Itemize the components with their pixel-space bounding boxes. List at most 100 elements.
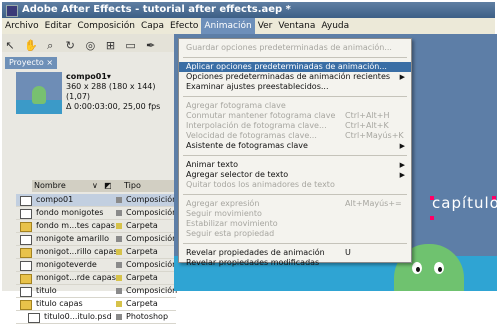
menu-item-label: Agregar fotograma clave xyxy=(186,101,286,110)
menu-item-label: Agregar selector de texto xyxy=(186,170,289,179)
animation-menu-item[interactable]: Animar texto ▶ xyxy=(179,160,411,170)
animation-menu-item[interactable]: Quitar todos los animadores de texto xyxy=(179,180,411,190)
hand-tool-icon[interactable]: ✋ xyxy=(24,40,38,52)
shape-tool-icon[interactable]: ▭ xyxy=(125,40,137,52)
menu-item-label: Guardar opciones predeterminadas de anim… xyxy=(186,43,392,52)
menu-archivo[interactable]: Archivo xyxy=(2,18,42,34)
submenu-arrow-icon: ▶ xyxy=(399,73,405,81)
animation-menu-item[interactable]: Interpolación de fotograma clave... Ctrl+… xyxy=(179,121,411,131)
project-item-row[interactable]: fondo m...tes capas Carpeta xyxy=(16,220,176,233)
project-item-name: compo01 xyxy=(36,195,74,204)
project-item-name: fondo monigotes xyxy=(36,208,104,217)
menu-efecto[interactable]: Efecto xyxy=(167,18,201,34)
animation-menu-item[interactable]: Seguir movimiento xyxy=(179,209,411,219)
animation-menu-item[interactable]: Seguir esta propiedad xyxy=(179,229,411,239)
menu-item-shortcut: Alt+Mayús+= xyxy=(345,199,402,208)
label-color-swatch[interactable] xyxy=(116,236,122,242)
menu-item-label: Seguir movimiento xyxy=(186,209,262,218)
folder-icon xyxy=(20,274,32,284)
selection-handle[interactable] xyxy=(430,216,434,220)
animation-menu-item[interactable]: Asistente de fotogramas clave ▶ xyxy=(179,141,411,151)
animation-menu-item[interactable]: Estabilizar movimiento xyxy=(179,219,411,229)
animation-menu-item[interactable]: Agregar selector de texto ▶ xyxy=(179,170,411,180)
animation-menu-item[interactable]: Examinar ajustes preestablecidos... xyxy=(179,82,411,92)
camera-orbit-icon[interactable]: ◎ xyxy=(84,40,96,52)
label-color-swatch[interactable] xyxy=(116,197,122,203)
project-item-type: Carpeta xyxy=(126,221,158,230)
after-effects-icon xyxy=(6,5,18,17)
composition-icon xyxy=(20,261,32,271)
menu-item-label: Seguir esta propiedad xyxy=(186,229,275,238)
menu-composicion[interactable]: Composición xyxy=(74,18,138,34)
project-item-type: Carpeta xyxy=(126,299,158,308)
tools-toolbar: ↖ ✋ ⌕ ↻ ◎ ⊞ ▭ ✒ T xyxy=(2,34,174,71)
project-item-row[interactable]: titulo capas Carpeta xyxy=(16,298,176,311)
animation-menu-item[interactable]: Revelar propiedades de animación U xyxy=(179,248,411,258)
animation-menu-item[interactable]: Opciones predeterminadas de animación re… xyxy=(179,72,411,82)
pan-behind-icon[interactable]: ⊞ xyxy=(104,40,116,52)
comp-dimensions: 360 x 288 (180 x 144) (1,07) xyxy=(66,82,156,101)
label-color-swatch[interactable] xyxy=(116,210,122,216)
animation-menu-item[interactable]: Conmutar mantener fotograma clave Ctrl+Al… xyxy=(179,111,411,121)
animation-menu-item[interactable]: Velocidad de fotogramas clave... Ctrl+May… xyxy=(179,131,411,141)
project-item-type: Composición xyxy=(126,195,178,204)
project-tab[interactable]: Proyecto × xyxy=(5,57,58,69)
zoom-tool-icon[interactable]: ⌕ xyxy=(44,40,56,52)
pen-tool-icon[interactable]: ✒ xyxy=(145,40,157,52)
menu-ayuda[interactable]: Ayuda xyxy=(318,18,352,34)
menu-separator xyxy=(183,194,407,195)
capitulo-text-layer[interactable]: capítulo xyxy=(432,194,497,212)
comp-name[interactable]: compo01▾ xyxy=(66,72,174,82)
column-type[interactable]: Tipo xyxy=(124,180,141,192)
animation-menu-item[interactable]: Agregar expresión Alt+Mayús+= xyxy=(179,199,411,209)
menu-editar[interactable]: Editar xyxy=(42,18,75,34)
rotate-tool-icon[interactable]: ↻ xyxy=(64,40,76,52)
menu-ventana[interactable]: Ventana xyxy=(275,18,318,34)
project-item-row[interactable]: titulo0...itulo.psd Photoshop xyxy=(16,311,176,324)
label-color-swatch[interactable] xyxy=(116,288,122,294)
menu-animacion[interactable]: Animación xyxy=(201,18,255,34)
project-item-type: Composición xyxy=(126,286,178,295)
animation-menu-item[interactable]: Guardar opciones predeterminadas de anim… xyxy=(179,43,411,53)
label-color-swatch[interactable] xyxy=(116,223,122,229)
menu-item-label: Velocidad de fotogramas clave... xyxy=(186,131,317,140)
menu-ver[interactable]: Ver xyxy=(255,18,276,34)
label-column-icon[interactable]: ◩ xyxy=(104,180,112,192)
project-item-type: Carpeta xyxy=(126,247,158,256)
menu-item-label: Agregar expresión xyxy=(186,199,260,208)
animation-menu-item[interactable]: Aplicar opciones predeterminadas de anim… xyxy=(179,62,411,72)
menu-bar: Archivo Editar Composición Capa Efecto Animac… xyxy=(2,18,495,34)
menu-separator xyxy=(183,96,407,97)
project-item-row[interactable]: titulo Composición xyxy=(16,285,178,298)
animation-menu-item[interactable]: Agregar fotograma clave xyxy=(179,101,411,111)
project-item-name: titulo capas xyxy=(36,299,83,308)
window-title-bar: Adobe After Effects - tutorial after eff… xyxy=(2,2,495,18)
label-color-swatch[interactable] xyxy=(116,301,122,307)
label-color-swatch[interactable] xyxy=(116,262,122,268)
project-item-row[interactable]: monigote amarillo Composición xyxy=(16,233,177,246)
project-item-row[interactable]: compo01 Composición xyxy=(16,194,178,207)
project-item-name: titulo xyxy=(36,286,57,295)
project-item-name: monigot...rde capas xyxy=(36,273,116,282)
menu-item-label: Quitar todos los animadores de texto xyxy=(186,180,335,189)
project-item-name: monigote amarillo xyxy=(36,234,110,243)
menu-item-label: Examinar ajustes preestablecidos... xyxy=(186,82,329,91)
project-item-row[interactable]: monigoteverde Composición xyxy=(16,259,178,272)
composition-icon xyxy=(20,235,32,245)
submenu-arrow-icon: ▶ xyxy=(399,142,405,150)
window-title: Adobe After Effects - tutorial after eff… xyxy=(22,4,291,15)
label-color-swatch[interactable] xyxy=(116,314,122,320)
label-color-swatch[interactable] xyxy=(116,275,122,281)
label-color-swatch[interactable] xyxy=(116,249,122,255)
project-panel: Proyecto × compo01▾ 360 x 288 (180 x 144… xyxy=(2,52,178,324)
project-item-row[interactable]: fondo monigotes Composición xyxy=(16,207,177,220)
project-item-type: Composición xyxy=(126,260,178,269)
project-item-row[interactable]: monigot...rillo capas Carpeta xyxy=(16,246,176,259)
selection-tool-icon[interactable]: ↖ xyxy=(4,40,16,52)
sort-chevron-icon[interactable]: ∨ xyxy=(92,180,98,192)
menu-item-shortcut: Ctrl+Alt+H xyxy=(345,111,390,120)
animation-menu-item[interactable]: Revelar propiedades modificadas xyxy=(179,258,411,268)
column-name[interactable]: Nombre xyxy=(34,180,66,192)
project-item-row[interactable]: monigot...rde capas Carpeta xyxy=(16,272,176,285)
menu-capa[interactable]: Capa xyxy=(138,18,167,34)
